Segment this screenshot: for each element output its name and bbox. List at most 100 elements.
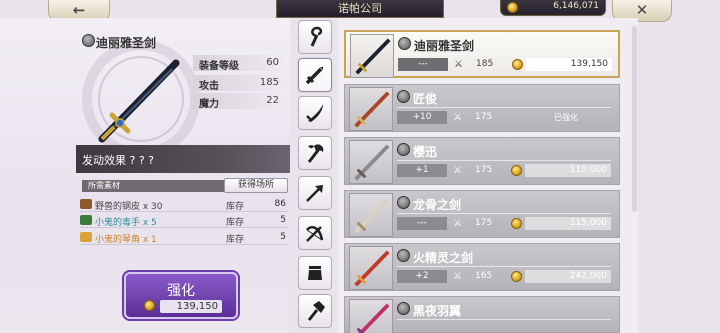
tab-staff[interactable] <box>298 20 332 54</box>
list-scrollbar[interactable] <box>632 26 637 212</box>
equipment-type-icon <box>397 196 410 209</box>
attack-icon: ⚔ <box>454 59 463 70</box>
equipment-type-icon <box>397 90 410 103</box>
gold-amount: 6,146,071 <box>553 1 599 11</box>
item-level: --- <box>398 58 448 71</box>
gold-coin-icon <box>511 218 522 229</box>
tab-arrow[interactable] <box>298 176 332 210</box>
stat-label: 装备等级 <box>199 61 239 72</box>
item-level: +10 <box>397 111 447 124</box>
item-level: --- <box>397 217 447 230</box>
stat-label: 攻击 <box>199 81 219 92</box>
item-name: 龙骨之剑 <box>413 198 462 212</box>
gold-coin-icon <box>507 2 518 13</box>
item-thumbnail <box>349 246 393 290</box>
item-thumbnail <box>349 299 393 333</box>
divider <box>397 107 611 108</box>
attack-icon: ⚔ <box>453 218 462 229</box>
gold-coin-icon <box>144 300 155 311</box>
back-arrow-icon: ← <box>72 1 86 19</box>
hammer-icon <box>307 301 325 321</box>
axe-icon <box>307 144 324 163</box>
item-name: 迪丽雅圣剑 <box>96 36 157 50</box>
enhance-label: 强化 <box>167 283 195 299</box>
divider <box>397 213 611 214</box>
item-attack: 175 <box>475 165 493 175</box>
item-card[interactable]: 黑夜羽翼 <box>344 296 620 333</box>
item-name: 迪丽雅圣剑 <box>414 39 475 53</box>
divider <box>397 319 611 320</box>
item-thumbnail <box>349 87 393 131</box>
item-card[interactable]: 樱迅 +1 ⚔ 175 110,000 <box>344 137 620 185</box>
item-thumbnail <box>349 193 393 237</box>
stat-value: 185 <box>259 77 279 88</box>
gold-coin-icon <box>511 271 522 282</box>
material-row[interactable]: 小鬼的毒手 x 5 库存 5 <box>80 213 288 228</box>
material-name: 野兽的钢皮 x 30 <box>95 202 163 212</box>
stat-label: 魔力 <box>199 99 219 110</box>
material-row[interactable]: 小鬼的琴角 x 1 库存 5 <box>80 230 288 245</box>
effect-text: 发动效果 ? ? ? <box>82 154 155 167</box>
equipment-type-icon <box>397 249 410 262</box>
staff-icon <box>310 26 323 47</box>
item-attack: 175 <box>475 218 493 228</box>
item-status: 已强化 <box>554 113 578 122</box>
stock-label: 库存 <box>226 218 245 228</box>
gauntlet-icon <box>308 266 322 280</box>
tab-gauntlet[interactable] <box>298 256 332 290</box>
attack-icon: ⚔ <box>453 165 462 176</box>
stock-count: 5 <box>280 232 286 242</box>
claw-icon <box>80 215 92 225</box>
tab-sword[interactable] <box>298 58 332 92</box>
item-price: 115,000 <box>525 217 611 230</box>
stock-count: 86 <box>274 199 286 209</box>
item-thumbnail <box>349 140 393 184</box>
sword-image <box>98 59 180 143</box>
tab-hammer[interactable] <box>298 294 332 328</box>
item-card[interactable]: 龙骨之剑 --- ⚔ 175 115,000 <box>344 190 620 238</box>
sword-icon <box>305 67 323 85</box>
item-price: 242,000 <box>525 270 611 283</box>
effect-bar: 发动效果 ? ? ? <box>76 145 290 173</box>
gold-coin-icon <box>511 165 522 176</box>
divider <box>397 160 611 161</box>
crossbow-icon <box>306 226 324 242</box>
arrow-icon <box>306 185 323 202</box>
materials-label: 所需素材 <box>82 180 232 192</box>
equipment-type-icon <box>398 37 411 50</box>
item-attack: 175 <box>475 112 493 122</box>
gold-counter: 6,146,071 <box>500 0 606 16</box>
item-level: +2 <box>397 270 447 283</box>
close-icon: ✕ <box>635 1 649 19</box>
enhance-button[interactable]: 强化 139,150 <box>124 272 238 319</box>
item-card[interactable]: 迪丽雅圣剑 --- ⚔ 185 139,150 <box>344 30 620 78</box>
stat-row-attack: 攻击 185 <box>193 75 285 92</box>
item-name: 樱迅 <box>413 145 438 159</box>
material-row[interactable]: 野兽的钢皮 x 30 库存 86 <box>80 197 288 212</box>
gold-coin-icon <box>512 59 523 70</box>
item-name: 黑夜羽翼 <box>413 304 462 318</box>
tab-axe[interactable] <box>298 136 332 170</box>
equipment-type-icon <box>397 143 410 156</box>
item-level: +1 <box>397 164 447 177</box>
item-name: 匠俊 <box>413 92 438 106</box>
material-name: 小鬼的毒手 x 5 <box>95 218 157 228</box>
stock-count: 5 <box>280 215 286 225</box>
stock-label: 库存 <box>226 235 245 245</box>
equipment-type-icon <box>82 34 95 47</box>
enhance-cost: 139,150 <box>160 300 222 313</box>
page-title: 诺帕公司 <box>338 2 382 15</box>
divider <box>397 266 611 267</box>
item-card[interactable]: 火精灵之剑 +2 ⚔ 165 242,000 <box>344 243 620 291</box>
tab-crossbow[interactable] <box>298 216 332 250</box>
item-attack: 185 <box>476 59 494 69</box>
attack-icon: ⚔ <box>453 112 462 123</box>
item-card[interactable]: 匠俊 +10 ⚔ 175 已强化 <box>344 84 620 132</box>
attack-icon: ⚔ <box>453 271 462 282</box>
tab-curved-blade[interactable] <box>298 96 332 130</box>
obtain-location-button[interactable]: 获得场所 <box>224 178 288 193</box>
equipment-type-icon <box>397 302 410 315</box>
stat-value: 60 <box>266 57 279 68</box>
item-price: 110,000 <box>525 164 611 177</box>
item-price: 139,150 <box>526 58 612 71</box>
